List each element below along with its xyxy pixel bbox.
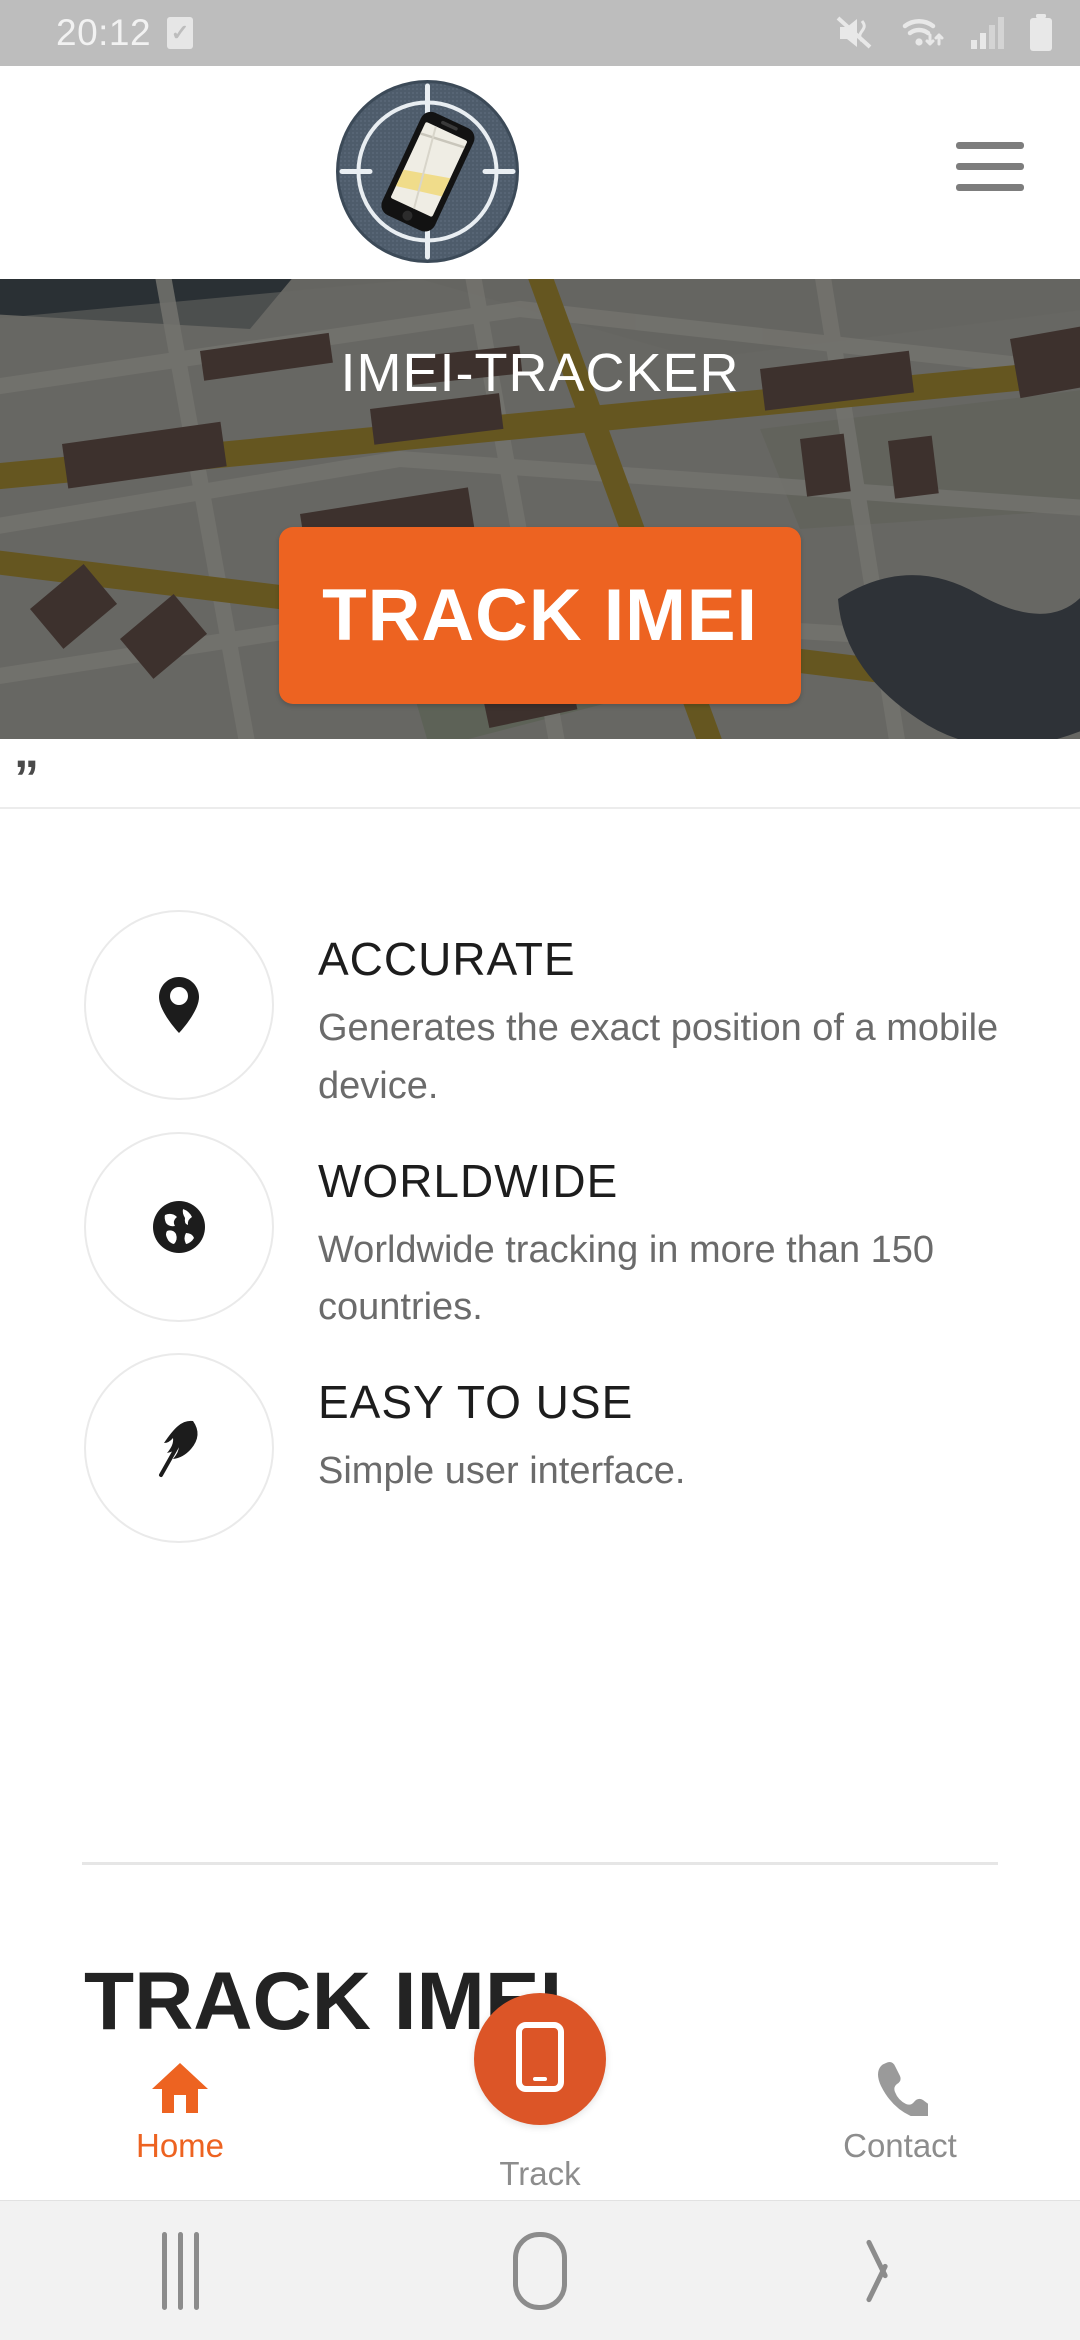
signal-icon: [970, 16, 1006, 50]
feature-title: EASY TO USE: [318, 1376, 634, 1428]
feature-text: WORLDWIDE Worldwide tracking in more tha…: [274, 1132, 1008, 1338]
bottom-navigation-bar: Home Track Contact: [0, 1993, 1080, 2200]
app-logo[interactable]: [336, 80, 519, 263]
phone-handset-icon: [872, 2059, 928, 2117]
nav-label-contact: Contact: [843, 2127, 957, 2164]
track-fab-button[interactable]: [474, 1993, 606, 2125]
nav-item-track[interactable]: Track: [360, 1993, 720, 2193]
battery-icon: [1028, 14, 1054, 52]
back-icon: [882, 2237, 918, 2305]
app-header: [0, 66, 1080, 279]
recents-bar-2: [177, 2231, 183, 2310]
back-button[interactable]: [720, 2237, 1080, 2305]
feature-icon-circle: [84, 1353, 274, 1543]
hamburger-bar-2: [956, 162, 1024, 170]
hero-banner: IMEI-TRACKER TRACK IMEI: [0, 279, 1080, 739]
hero-title: IMEI-TRACKER: [340, 343, 740, 403]
home-button-icon: [513, 2231, 567, 2310]
nav-label-home: Home: [135, 2127, 225, 2164]
hamburger-menu-icon[interactable]: [956, 138, 1024, 194]
check-glyph: ✓: [170, 20, 190, 45]
status-bar-right: [836, 14, 1054, 52]
mobile-phone-icon: [516, 2021, 564, 2097]
testimonial-strip: ”: [0, 739, 1080, 809]
nav-item-contact[interactable]: Contact: [720, 2041, 1080, 2165]
app-screen: 20:12 ✓ IMEI-TRACKER TRACK IMEI ” ACCURA…: [0, 0, 1080, 2340]
status-bar-left: 20:12 ✓: [56, 12, 194, 54]
nav-label-track: Track: [499, 2155, 581, 2192]
system-navigation-bar: [0, 2200, 1080, 2340]
recents-bar-1: [161, 2231, 167, 2310]
feature-description: Generates the exact position of a mobile…: [318, 1007, 999, 1107]
feature-text: ACCURATE Generates the exact position of…: [274, 910, 1008, 1116]
status-bar: 20:12 ✓: [0, 0, 1080, 66]
feature-item-accurate: ACCURATE Generates the exact position of…: [0, 910, 1080, 1116]
feature-description: Worldwide tracking in more than 150 coun…: [318, 1228, 935, 1329]
globe-icon: [151, 1199, 207, 1255]
feature-title: ACCURATE: [318, 933, 576, 985]
feature-description: Simple user interface.: [318, 1450, 686, 1492]
checkbox-icon: ✓: [167, 17, 194, 49]
mute-vibrate-icon: [836, 14, 880, 52]
recents-bar-3: [193, 2231, 199, 2310]
feature-icon-circle: [84, 910, 274, 1100]
section-divider: [82, 1862, 998, 1865]
feather-icon: [153, 1417, 205, 1479]
nav-item-home[interactable]: Home: [0, 2041, 360, 2165]
recents-button[interactable]: [0, 2231, 360, 2310]
track-imei-button[interactable]: TRACK IMEI: [279, 527, 801, 704]
home-icon: [151, 2059, 209, 2117]
feature-item-worldwide: WORLDWIDE Worldwide tracking in more tha…: [0, 1131, 1080, 1338]
feature-text: EASY TO USE Simple user interface.: [274, 1353, 686, 1543]
wifi-icon: [902, 14, 948, 52]
quote-mark: ”: [14, 750, 39, 806]
feature-title: WORLDWIDE: [318, 1154, 619, 1207]
feature-icon-circle: [84, 1131, 274, 1322]
feature-item-easy-to-use: EASY TO USE Simple user interface.: [0, 1353, 1080, 1543]
map-pin-icon: [156, 975, 202, 1035]
status-time: 20:12: [56, 12, 152, 53]
features-section: ACCURATE Generates the exact position of…: [0, 910, 1080, 1559]
home-button[interactable]: [360, 2231, 720, 2310]
recents-icon: [161, 2231, 199, 2310]
hamburger-bar-1: [956, 141, 1024, 149]
hamburger-bar-3: [956, 183, 1024, 191]
